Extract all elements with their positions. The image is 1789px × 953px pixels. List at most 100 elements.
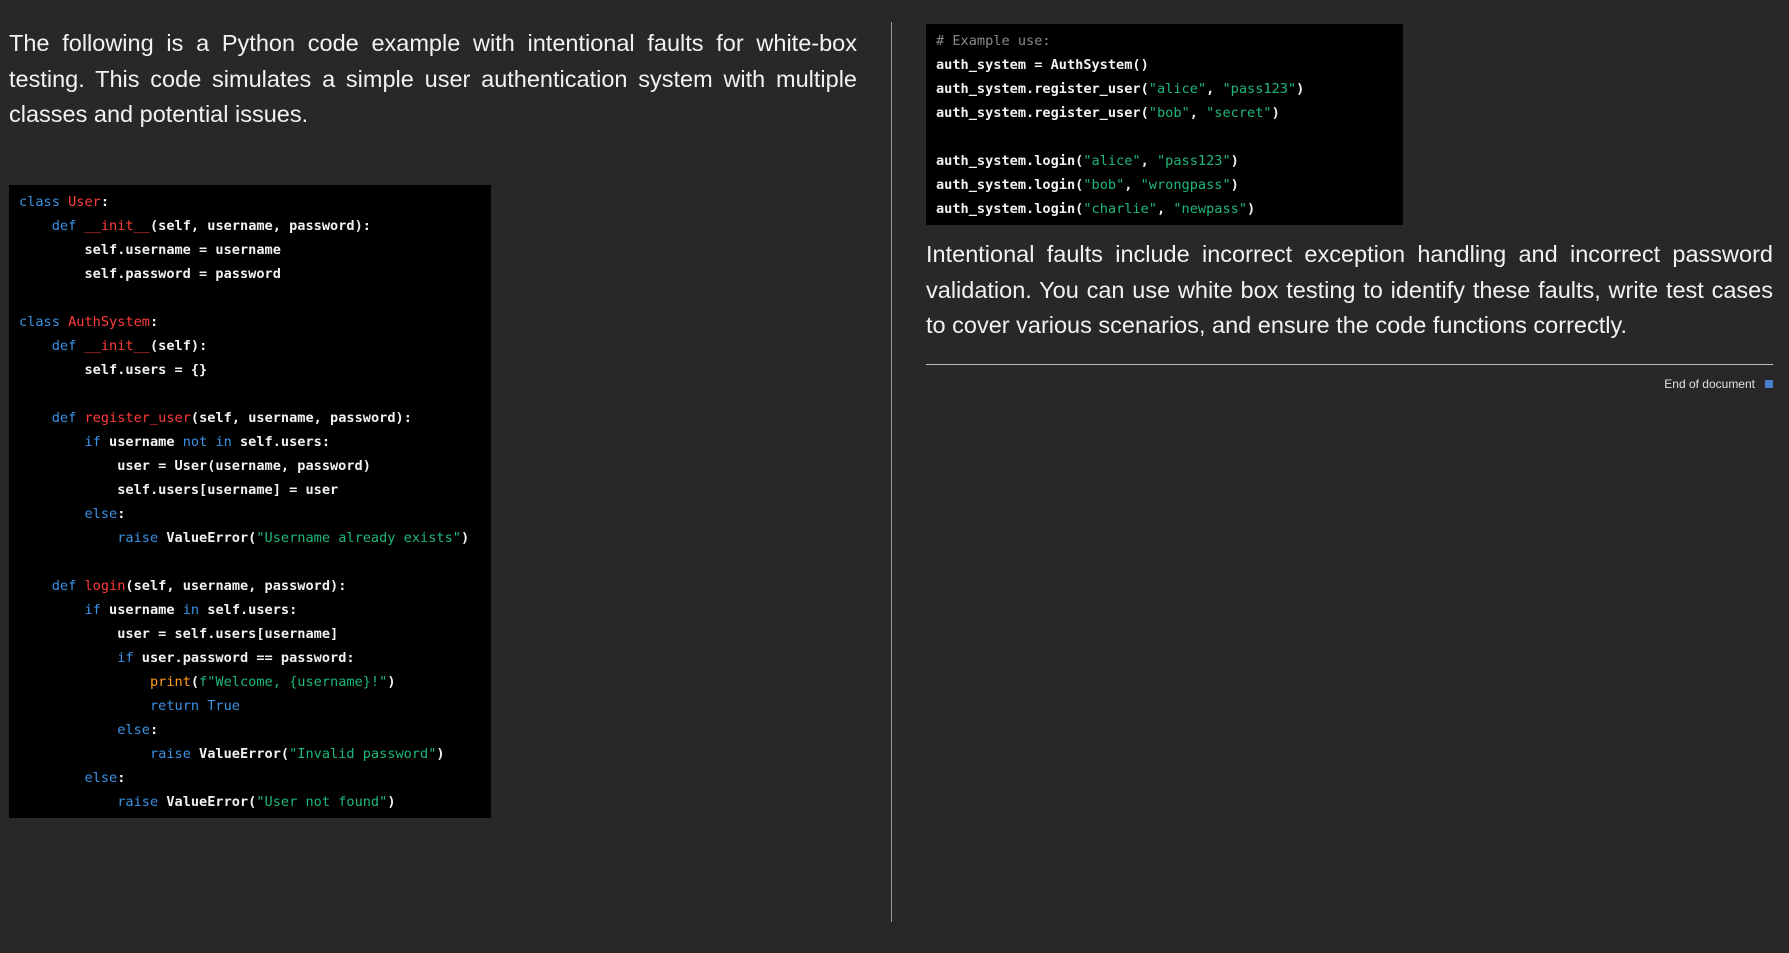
conclusion-paragraph: Intentional faults include incorrect exc…: [926, 241, 1773, 338]
code-token: self.username = username: [19, 241, 281, 258]
code-line: def __init__(self, username, password):: [19, 214, 481, 238]
code-line: # Example use:: [936, 29, 1393, 53]
code-token: self.users[username] = user: [19, 481, 339, 498]
code-token: ): [387, 673, 396, 690]
intro-paragraph: The following is a Python code example w…: [9, 30, 857, 127]
code-line: self.password = password: [19, 262, 481, 286]
code-token: self.password = password: [19, 265, 281, 282]
code-line: raise ValueError("Username already exist…: [19, 526, 481, 550]
code-token: AuthSystem: [68, 313, 150, 330]
code-token: class: [19, 193, 69, 210]
code-token: def: [51, 217, 85, 234]
end-of-document-label: End of document: [1664, 376, 1755, 391]
code-token: ,: [1157, 201, 1174, 217]
code-token: auth_system = AuthSystem(): [936, 57, 1149, 73]
code-token: ): [387, 793, 396, 810]
code-token: User: [68, 193, 101, 210]
code-line: self.users[username] = user: [19, 478, 481, 502]
code-line: auth_system.login("charlie", "newpass"): [936, 197, 1393, 221]
code-token: def: [51, 337, 85, 354]
code-token: ): [1296, 81, 1305, 97]
code-token: auth_system.login(: [936, 177, 1084, 193]
code-token: raise: [149, 745, 191, 762]
end-of-document-row: End of document: [926, 377, 1773, 391]
code-token: "secret": [1206, 105, 1272, 121]
code-line: else:: [19, 718, 481, 742]
code-token: "alice": [1148, 81, 1207, 97]
horizontal-rule: [926, 363, 1773, 365]
code-token: auth_system.register_user(: [936, 81, 1149, 97]
code-line: if user.password == password:: [19, 646, 481, 670]
code-token: def: [51, 409, 85, 426]
code-token: in: [182, 601, 200, 618]
right-column: # Example use: auth_system = AuthSystem()…: [926, 24, 1773, 391]
code-token: if: [84, 433, 101, 450]
code-token: register_user: [84, 409, 191, 426]
code-token: auth_system.login(: [936, 153, 1084, 169]
code-block-example-use: # Example use: auth_system = AuthSystem()…: [926, 24, 1403, 225]
code-token: ,: [1124, 177, 1141, 193]
code-token: :: [149, 313, 159, 330]
code-token: ): [1271, 105, 1280, 121]
code-line: auth_system.login("alice", "pass123"): [936, 149, 1393, 173]
code-token: ): [436, 745, 445, 762]
code-token: "bob": [1083, 177, 1125, 193]
code-token: "Invalid password": [289, 745, 437, 762]
code-token: print: [149, 673, 191, 690]
code-token: class: [19, 313, 69, 330]
code-line: else:: [19, 766, 481, 790]
code-line: else:: [19, 502, 481, 526]
code-token: else: [84, 769, 118, 786]
code-token: self.users:: [231, 433, 331, 450]
code-token: "pass123": [1222, 81, 1297, 97]
code-token: ): [1230, 153, 1239, 169]
code-line: def login(self, username, password):: [19, 574, 481, 598]
code-line: user = User(username, password): [19, 454, 481, 478]
code-token: __init__: [84, 217, 150, 234]
code-token: (self, username, password):: [190, 409, 412, 426]
left-column: The following is a Python code example w…: [9, 26, 857, 818]
code-token: "bob": [1148, 105, 1190, 121]
code-token: raise: [117, 529, 159, 546]
code-token: auth_system.register_user(: [936, 105, 1149, 121]
code-line: class AuthSystem:: [19, 310, 481, 334]
code-token: raise: [117, 793, 159, 810]
code-token: ): [460, 529, 470, 546]
code-token: user.password == password:: [133, 649, 355, 666]
code-line: def __init__(self):: [19, 334, 481, 358]
code-token: else: [117, 721, 150, 738]
code-token: "alice": [1083, 153, 1141, 169]
code-block-auth-system: class User: def __init__(self, username,…: [9, 184, 491, 818]
code-token: username: [100, 433, 183, 450]
code-token: user = User(username, password): [19, 457, 371, 474]
code-token: ,: [1189, 105, 1207, 121]
code-line: user = self.users[username]: [19, 622, 481, 646]
document-page: The following is a Python code example w…: [0, 0, 1789, 953]
code-token: "User not found": [256, 793, 388, 810]
code-line: class User:: [19, 190, 481, 214]
code-line: auth_system.register_user("alice", "pass…: [936, 77, 1393, 101]
code-token: if: [117, 649, 134, 666]
code-token: self.users = {}: [19, 361, 208, 378]
code-token: else: [84, 505, 118, 522]
code-token: (self, username, password):: [125, 577, 347, 594]
code-line: self.users = {}: [19, 358, 481, 382]
code-token: username: [100, 601, 183, 618]
code-line: auth_system.login("bob", "wrongpass"): [936, 173, 1393, 197]
code-token: ,: [1140, 153, 1157, 169]
code-token: :: [100, 193, 110, 210]
end-marker-square-icon: [1765, 379, 1773, 388]
